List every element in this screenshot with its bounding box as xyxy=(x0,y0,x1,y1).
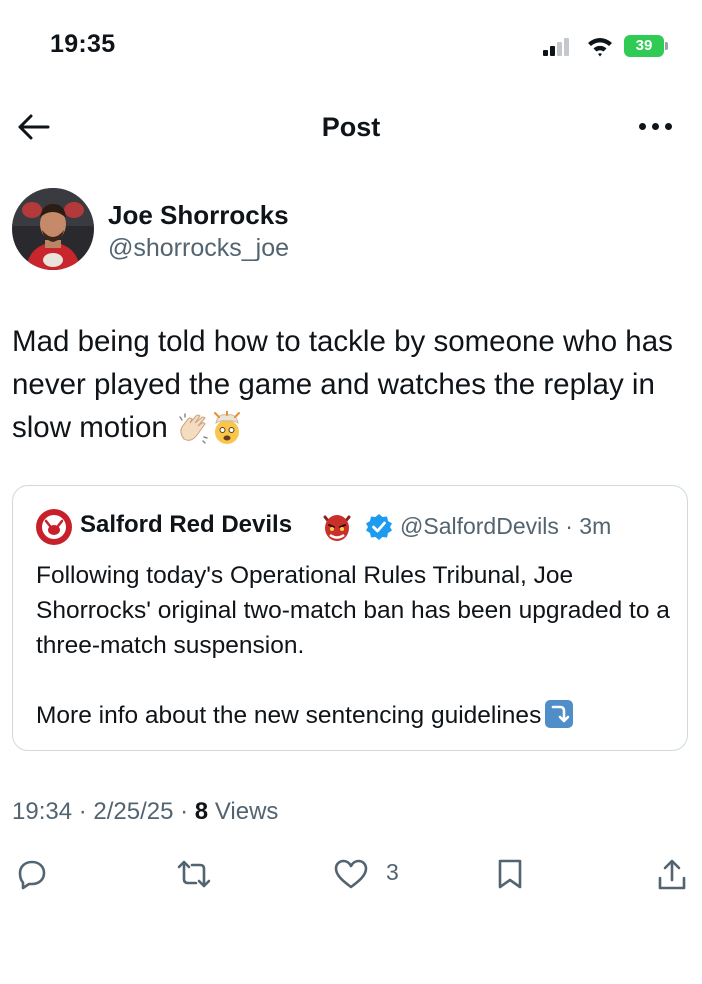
post-meta: 19:34 · 2/25/25 · 8 Views xyxy=(12,798,279,825)
quoted-handle: @SalfordDevils xyxy=(400,513,559,539)
page-title: Post xyxy=(321,112,381,142)
post-date: 2/25/25 xyxy=(93,798,174,825)
verified-badge-icon xyxy=(365,513,393,541)
like-count: 3 xyxy=(386,859,399,885)
more-horizontal-icon[interactable] xyxy=(638,120,674,134)
quoted-more-text: More info about the new sentencing guide… xyxy=(36,702,542,729)
battery-indicator: 39 xyxy=(624,35,670,57)
bookmark-icon[interactable] xyxy=(496,858,524,890)
quoted-more-line: More info about the new sentencing guide… xyxy=(36,698,574,733)
author-handle[interactable]: @shorrocks_joe xyxy=(108,234,289,263)
author-name[interactable]: Joe Shorrocks xyxy=(108,200,289,231)
quoted-handle-time[interactable]: @SalfordDevils · 3m xyxy=(400,513,611,540)
reply-icon[interactable] xyxy=(16,858,48,890)
quoted-time: 3m xyxy=(579,513,612,539)
share-icon[interactable] xyxy=(656,858,688,892)
views-count: 8 xyxy=(194,798,209,825)
post-text: Mad being told how to tackle by someone … xyxy=(12,320,682,449)
post-time: 19:34 xyxy=(12,798,73,825)
wifi-icon xyxy=(587,35,613,57)
clapping-hands-icon xyxy=(176,411,210,445)
avatar[interactable] xyxy=(12,188,94,270)
devil-mask-icon xyxy=(320,509,354,543)
quoted-author-name[interactable]: Salford Red Devils xyxy=(80,511,292,539)
quoted-avatar[interactable] xyxy=(36,509,72,545)
views-label: Views xyxy=(214,798,279,825)
repost-icon[interactable] xyxy=(176,858,212,890)
cellular-signal-icon xyxy=(543,38,569,56)
post-text-content: Mad being told how to tackle by someone … xyxy=(12,325,673,444)
quoted-text: Following today's Operational Rules Trib… xyxy=(36,562,670,659)
status-time: 19:35 xyxy=(50,30,116,58)
arrow-down-right-icon xyxy=(545,700,574,728)
exploding-head-icon xyxy=(210,411,244,445)
heart-icon[interactable] xyxy=(333,858,369,890)
battery-level: 39 xyxy=(635,37,653,54)
